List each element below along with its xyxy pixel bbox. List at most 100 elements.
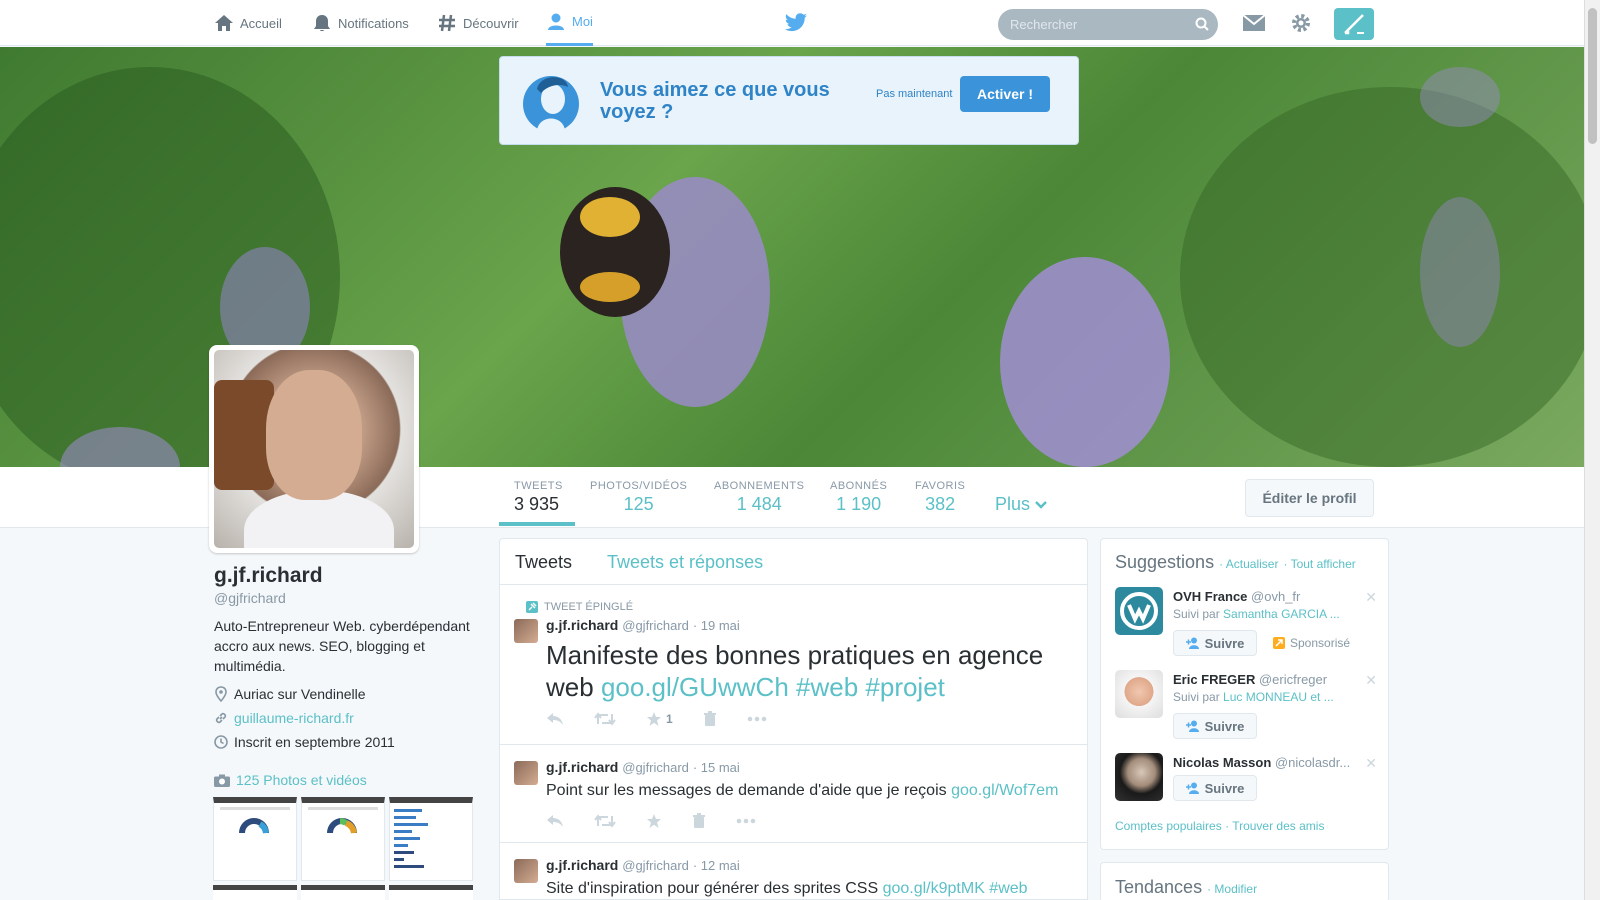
follow-button[interactable]: Suivre: [1173, 630, 1257, 656]
tweet-avatar[interactable]: [514, 619, 538, 643]
search-input[interactable]: Rechercher: [998, 9, 1218, 40]
view-all-link[interactable]: · Tout afficher: [1283, 557, 1355, 571]
chart-thumbnail-icon: [220, 807, 290, 834]
find-friends-link[interactable]: · Trouver des amis: [1225, 819, 1324, 833]
trash-icon: [703, 711, 716, 726]
tweet-avatar[interactable]: [514, 859, 538, 883]
tweet-date[interactable]: · 12 mai: [693, 858, 740, 873]
suggestion-item: Nicolas Masson @nicolasdr... ✕ Suivre: [1115, 753, 1377, 813]
activate-button[interactable]: Activer !: [960, 76, 1050, 112]
tweet-date[interactable]: · 19 mai: [693, 618, 740, 633]
gear-icon[interactable]: [1290, 12, 1312, 34]
avatar[interactable]: [1115, 587, 1163, 635]
tab-tweets-replies[interactable]: Tweets et réponses: [607, 552, 763, 573]
suggestion-name[interactable]: Nicolas Masson @nicolasdr...: [1173, 755, 1353, 770]
more-dropdown[interactable]: Plus: [995, 494, 1047, 515]
suggestion-name[interactable]: OVH France @ovh_fr: [1173, 589, 1353, 604]
suggestion-display-name: Nicolas Masson: [1173, 755, 1272, 770]
stat-favorites[interactable]: FAVORIS 382: [915, 480, 965, 515]
tweet-author-handle[interactable]: @gjfrichard: [622, 618, 689, 633]
suggestion-item: Eric FREGER @ericfreger Suivi par Luc MO…: [1115, 670, 1377, 750]
page-scrollbar[interactable]: [1584, 0, 1600, 900]
media-thumbnail[interactable]: [213, 797, 297, 881]
twitter-bird-icon[interactable]: [784, 13, 808, 33]
media-thumbnail[interactable]: [389, 885, 473, 900]
tweet-item[interactable]: TWEET ÉPINGLÉ g.jf.richard @gjfrichard ·…: [500, 585, 1087, 745]
tweet-item[interactable]: g.jf.richard @gjfrichard · 12 mai Site d…: [500, 843, 1087, 899]
profile-avatar[interactable]: [209, 345, 419, 553]
tweet-actions: [546, 813, 786, 829]
avatar: [214, 350, 414, 548]
followed-by-name[interactable]: Luc MONNEAU et ...: [1223, 690, 1334, 704]
reply-button[interactable]: [546, 711, 564, 727]
suggestion-item: OVH France @ovh_fr Suivi par Samantha GA…: [1115, 587, 1377, 667]
tweet-author-handle[interactable]: @gjfrichard: [622, 760, 689, 775]
stat-following[interactable]: ABONNEMENTS 1 484: [714, 480, 804, 515]
tweet-author-handle[interactable]: @gjfrichard: [622, 858, 689, 873]
profile-name[interactable]: g.jf.richard: [214, 564, 323, 588]
add-user-icon: [1185, 782, 1199, 794]
reply-button[interactable]: [546, 813, 564, 829]
media-thumbnail[interactable]: [213, 885, 297, 900]
nav-me[interactable]: Moi: [546, 0, 593, 46]
tweet-item[interactable]: g.jf.richard @gjfrichard · 15 mai Point …: [500, 745, 1087, 843]
stat-tweets[interactable]: TWEETS 3 935: [514, 480, 563, 515]
scrollbar-thumb[interactable]: [1588, 8, 1597, 144]
favorite-button[interactable]: [646, 813, 662, 829]
tweet-links[interactable]: goo.gl/GUwwCh #web #projet: [601, 672, 945, 702]
nav-discover-label: Découvrir: [463, 15, 519, 31]
nav-discover[interactable]: Découvrir: [437, 0, 519, 46]
dismiss-suggestion-button[interactable]: ✕: [1365, 755, 1377, 772]
tweet-avatar[interactable]: [514, 761, 538, 785]
refresh-link[interactable]: · Actualiser: [1219, 557, 1278, 571]
edit-profile-button[interactable]: Éditer le profil: [1245, 479, 1374, 517]
stat-photos-videos[interactable]: PHOTOS/VIDÉOS 125: [590, 480, 687, 515]
profile-website[interactable]: guillaume-richard.fr: [214, 710, 354, 726]
avatar[interactable]: [1115, 753, 1163, 801]
media-thumbnail[interactable]: [301, 797, 385, 881]
media-thumbnail[interactable]: [389, 797, 473, 881]
compose-tweet-button[interactable]: [1334, 8, 1374, 40]
delete-button[interactable]: [703, 711, 717, 727]
sponsored-badge: Sponsorisé: [1273, 636, 1350, 650]
profile-location: Auriac sur Vendinelle: [214, 686, 366, 702]
dismiss-suggestion-button[interactable]: ✕: [1365, 672, 1377, 689]
more-options-button[interactable]: [736, 813, 756, 829]
banner-title: Vous aimez ce que vous voyez ?: [600, 79, 830, 123]
tab-tweets[interactable]: Tweets: [515, 552, 572, 573]
photos-videos-link[interactable]: 125 Photos et vidéos: [214, 772, 367, 788]
retweet-button[interactable]: [594, 711, 616, 727]
chart-thumbnail-icon: [308, 807, 378, 834]
retweet-button[interactable]: [594, 813, 616, 829]
suggestions-header: Suggestions · Actualiser · Tout afficher: [1115, 552, 1356, 573]
tweet-author-name[interactable]: g.jf.richard: [546, 617, 618, 633]
follow-label: Suivre: [1204, 780, 1245, 796]
bell-icon: [314, 15, 330, 32]
follow-button[interactable]: Suivre: [1173, 775, 1257, 801]
favorite-button[interactable]: 1: [646, 711, 673, 727]
edit-trends-link[interactable]: · Modifier: [1207, 882, 1257, 896]
followed-by-name[interactable]: Samantha GARCIA ...: [1223, 607, 1340, 621]
follow-button[interactable]: Suivre: [1173, 713, 1257, 739]
tweet-author-name[interactable]: g.jf.richard: [546, 857, 618, 873]
not-now-link[interactable]: Pas maintenant: [876, 88, 952, 100]
tweet-date[interactable]: · 15 mai: [693, 760, 740, 775]
stat-followers[interactable]: ABONNÉS 1 190: [830, 480, 887, 515]
suggestion-name[interactable]: Eric FREGER @ericfreger: [1173, 672, 1353, 687]
tweet-links[interactable]: goo.gl/k9ptMK #web: [883, 880, 1028, 897]
nav-notifications[interactable]: Notifications: [312, 0, 409, 46]
tweet-author-name[interactable]: g.jf.richard: [546, 759, 618, 775]
website-link[interactable]: guillaume-richard.fr: [234, 710, 354, 726]
delete-button[interactable]: [692, 813, 706, 829]
envelope-icon[interactable]: [1242, 14, 1266, 32]
search-icon[interactable]: [1195, 17, 1209, 31]
profile-handle[interactable]: @gjfrichard: [214, 590, 286, 606]
tweet-links[interactable]: goo.gl/Wof7em: [951, 782, 1058, 799]
avatar[interactable]: [1115, 670, 1163, 718]
media-thumbnail[interactable]: [301, 885, 385, 900]
dismiss-suggestion-button[interactable]: ✕: [1365, 589, 1377, 606]
link-icon: [215, 712, 227, 724]
popular-accounts-link[interactable]: Comptes populaires: [1115, 819, 1222, 833]
more-options-button[interactable]: [747, 711, 767, 727]
nav-home[interactable]: Accueil: [214, 0, 282, 46]
